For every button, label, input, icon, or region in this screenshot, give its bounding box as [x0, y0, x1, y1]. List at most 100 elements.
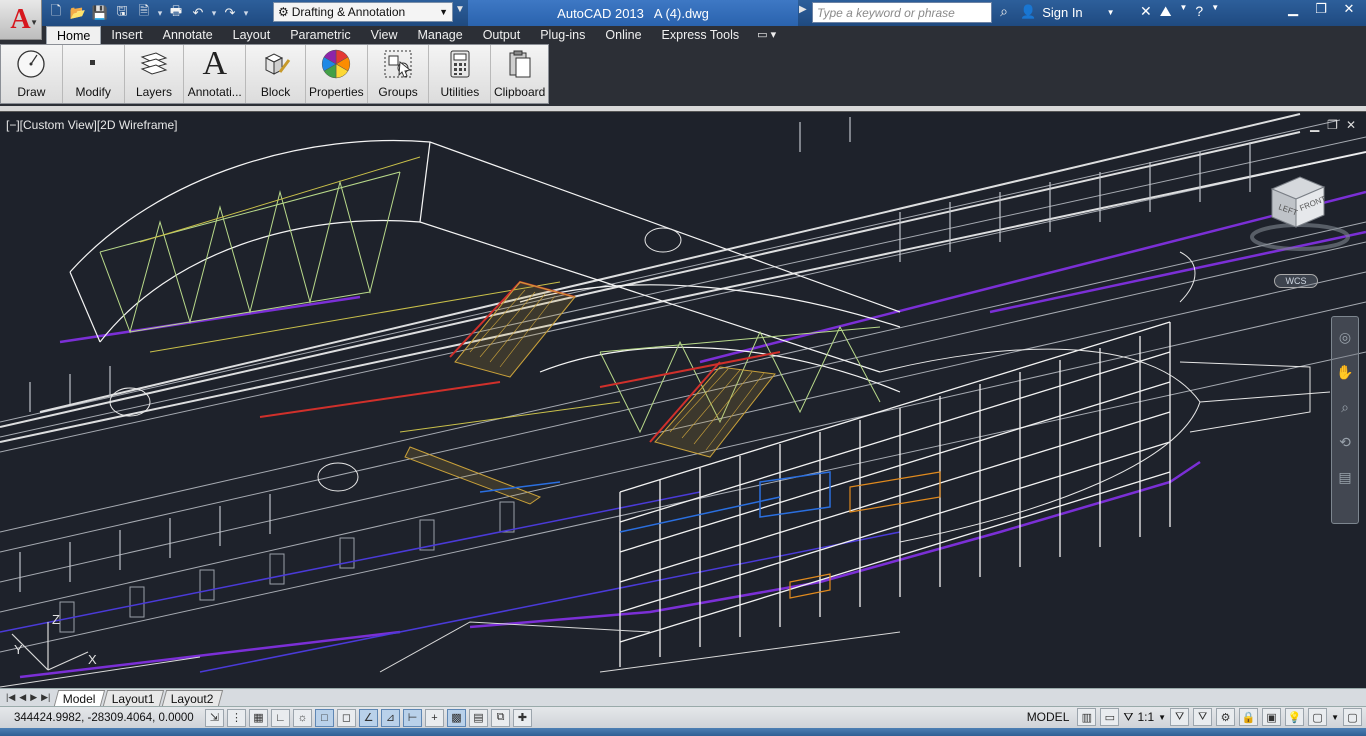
tab-home[interactable]: Home	[46, 26, 102, 44]
previous-layout-icon[interactable]: ◀	[19, 692, 26, 703]
coordinate-display[interactable]: 344424.9982, -28309.4064, 0.0000	[0, 712, 205, 724]
search-input[interactable]: Type a keyword or phrase	[812, 2, 992, 23]
drawing-viewport[interactable]: [−][Custom View][2D Wireframe] ▁ ❐ ✕ LEF…	[0, 111, 1366, 688]
dynamic-ucs-icon[interactable]: ⊿	[381, 708, 400, 727]
object-snap-tracking-icon[interactable]: ∠	[359, 708, 378, 727]
exchange-icon[interactable]: ✕	[1140, 3, 1152, 20]
next-layout-icon[interactable]: ▶	[30, 692, 37, 703]
tab-annotate[interactable]: Annotate	[153, 26, 223, 44]
transparency-icon[interactable]: ▩	[447, 708, 466, 727]
workspace-dropdown[interactable]: ⚙ Drafting & Annotation ▼	[273, 2, 453, 22]
ribbon-options-icon[interactable]: ▭ ▾	[749, 26, 784, 44]
annotation-monitor-icon[interactable]: ✚	[513, 708, 532, 727]
annotation-scale-icon[interactable]: ⛛	[1123, 710, 1133, 725]
lineweight-icon[interactable]: +	[425, 708, 444, 727]
showmotion-icon[interactable]: ▤	[1338, 469, 1351, 486]
chevron-down-icon[interactable]: ▼	[1158, 713, 1166, 722]
close-icon[interactable]: ✕	[1336, 0, 1362, 18]
quick-view-layouts-icon[interactable]: ▥	[1077, 708, 1097, 726]
close-icon[interactable]: ✕	[1346, 118, 1356, 132]
hardware-acceleration-icon[interactable]: ▣	[1262, 708, 1282, 726]
modify-label: Modify	[75, 85, 111, 99]
lock-icon[interactable]: 🔒	[1239, 708, 1259, 726]
chevron-down-icon[interactable]: ▼	[1180, 3, 1188, 20]
title-bar: A ▼ 🗋 📂 💾 🖫 🗎 ▾ 🖶 ↶ ▾ ↷ ▾ ⚙ Drafting & A…	[0, 0, 1366, 40]
tab-layout1[interactable]: Layout1	[102, 689, 164, 706]
help-icon[interactable]: ?	[1195, 3, 1203, 20]
zoom-icon[interactable]: ⌕	[1341, 399, 1349, 416]
wcs-menu[interactable]: WCS	[1274, 274, 1318, 288]
first-layout-icon[interactable]: |◀	[6, 692, 15, 703]
tab-plug-ins[interactable]: Plug-ins	[530, 26, 595, 44]
annotation-panel-button[interactable]: A Annotati...	[184, 45, 247, 103]
tab-insert[interactable]: Insert	[101, 26, 152, 44]
polar-tracking-icon[interactable]: ☼	[293, 708, 312, 727]
workspace-switching-icon[interactable]: ⚙	[1216, 708, 1236, 726]
chevron-down-icon[interactable]: ▾	[242, 8, 250, 19]
open-file-icon[interactable]: 📂	[68, 3, 88, 23]
viewcube[interactable]: LEFT FRONT	[1250, 167, 1350, 287]
tab-layout2[interactable]: Layout2	[161, 689, 223, 706]
application-menu-button[interactable]: A ▼	[0, 0, 42, 40]
redo-icon[interactable]: ↷	[220, 3, 240, 23]
tab-express-tools[interactable]: Express Tools	[652, 26, 750, 44]
orbit-icon[interactable]: ⟲	[1339, 434, 1351, 451]
chevron-down-icon[interactable]: ▼	[1211, 3, 1219, 20]
pan-hand-icon[interactable]: ✋	[1336, 364, 1353, 381]
plot-icon[interactable]: 🖶	[166, 3, 186, 23]
infer-constraints-icon[interactable]: ⇲	[205, 708, 224, 727]
selection-cycling-icon[interactable]: ⧉	[491, 708, 510, 727]
annotation-scale[interactable]: 1:1	[1137, 710, 1154, 724]
isolate-objects-icon[interactable]: 💡	[1285, 708, 1305, 726]
ribbon: Draw Modify Layers A Annotati... Block P…	[0, 44, 1366, 111]
tab-manage[interactable]: Manage	[408, 26, 473, 44]
utilities-panel-button[interactable]: Utilities	[429, 45, 492, 103]
clipboard-panel-button[interactable]: Clipboard	[491, 45, 548, 103]
undo-icon[interactable]: ↶	[188, 3, 208, 23]
sign-in-button[interactable]: 👤 Sign In ▼	[1020, 4, 1115, 20]
restore-icon[interactable]: ❐	[1327, 118, 1338, 132]
draw-panel-button[interactable]: Draw	[1, 45, 63, 103]
minimize-icon[interactable]: ▁	[1280, 0, 1306, 18]
tab-model[interactable]: Model	[54, 689, 106, 706]
restore-icon[interactable]: ❐	[1308, 0, 1334, 18]
customize-qat-icon[interactable]: ▼	[455, 4, 465, 15]
object-snap-icon[interactable]: □	[315, 708, 334, 727]
chevron-down-icon[interactable]: ▾	[210, 8, 218, 19]
snap-mode-icon[interactable]: ⋮	[227, 708, 246, 727]
layers-panel-button[interactable]: Layers	[125, 45, 185, 103]
chevron-down-icon[interactable]: ▼	[1331, 713, 1339, 722]
properties-panel-button[interactable]: Properties	[306, 45, 368, 103]
ortho-icon[interactable]: ∟	[271, 708, 290, 727]
annotation-visibility-icon[interactable]: ⛛	[1170, 708, 1190, 726]
save-as-icon[interactable]: 🖫	[112, 3, 132, 23]
last-layout-icon[interactable]: ▶|	[41, 692, 50, 703]
steering-wheel-icon[interactable]: ◎	[1339, 329, 1351, 346]
save-icon[interactable]: 💾	[90, 3, 110, 23]
binoculars-icon[interactable]: ⌕	[994, 3, 1014, 23]
chevron-down-icon[interactable]: ▾	[156, 8, 164, 19]
tab-parametric[interactable]: Parametric	[280, 26, 360, 44]
fullscreen-icon[interactable]: ▢	[1343, 708, 1362, 726]
publish-icon[interactable]: 🗎	[134, 3, 154, 23]
3d-object-snap-icon[interactable]: ◻	[337, 708, 356, 727]
quick-properties-icon[interactable]: ▤	[469, 708, 488, 727]
new-file-icon[interactable]: 🗋	[46, 3, 66, 23]
quick-view-drawings-icon[interactable]: ▭	[1100, 708, 1120, 726]
minimize-icon[interactable]: ▁	[1310, 118, 1319, 132]
model-space-toggle[interactable]: MODEL	[1023, 710, 1074, 724]
viewport-controls-label[interactable]: [−][Custom View][2D Wireframe]	[6, 118, 178, 132]
tab-online[interactable]: Online	[595, 26, 651, 44]
groups-panel-button[interactable]: Groups	[368, 45, 430, 103]
auto-scale-icon[interactable]: ⛛	[1193, 708, 1213, 726]
tab-output[interactable]: Output	[473, 26, 531, 44]
tab-view[interactable]: View	[361, 26, 408, 44]
tab-layout[interactable]: Layout	[223, 26, 281, 44]
modify-panel-button[interactable]: Modify	[63, 45, 125, 103]
clean-screen-icon[interactable]: ▢	[1308, 708, 1328, 726]
block-panel-button[interactable]: Block	[246, 45, 306, 103]
autodesk-360-icon[interactable]: ⛰	[1160, 3, 1172, 20]
dynamic-input-icon[interactable]: ⊢	[403, 708, 422, 727]
grid-icon[interactable]: ▦	[249, 708, 268, 727]
play-arrow-icon[interactable]: ▶	[799, 4, 807, 15]
